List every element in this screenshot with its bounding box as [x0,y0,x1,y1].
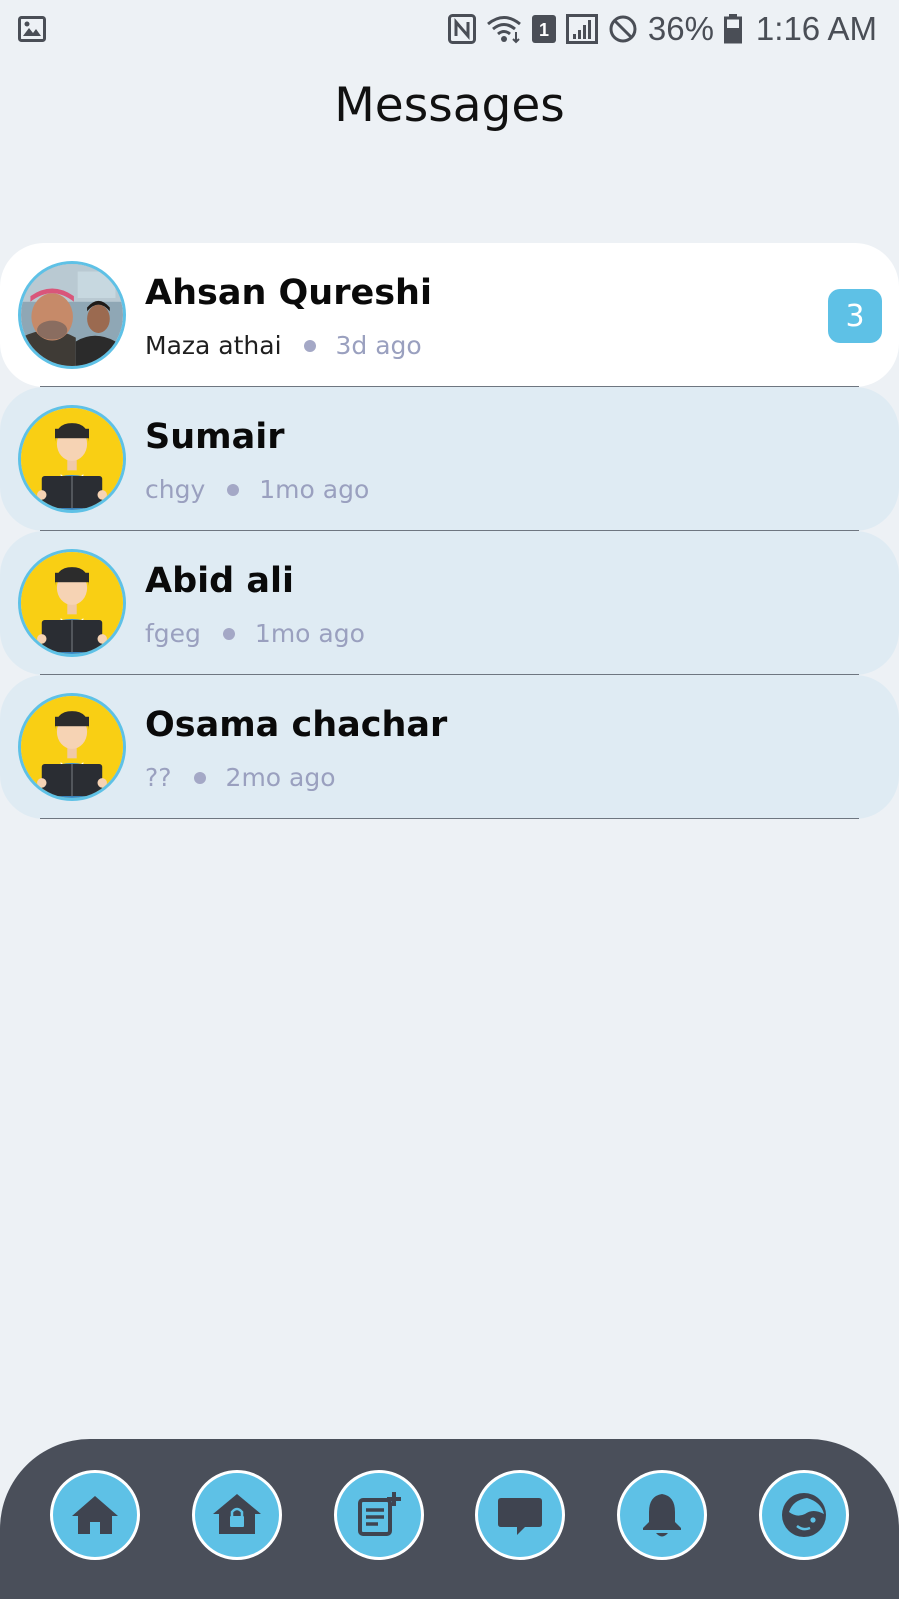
reading-boy-avatar [18,549,126,657]
separator-dot [227,483,240,496]
nav-new-post-button[interactable] [333,1470,424,1560]
nav-home-button[interactable] [50,1470,140,1560]
locked-home-icon [212,1494,261,1534]
clock: 1:16 AM [755,10,877,47]
contact-name: Sumair [145,417,285,457]
contact-name: Abid ali [145,561,294,601]
reading-boy-avatar [18,405,126,513]
message-meta: Maza athai 3d ago [145,331,422,360]
profile-icon [781,1493,826,1537]
message-time: 1mo ago [254,619,365,648]
message-meta: fgeg 1mo ago [145,619,365,648]
message-meta: ?? 2mo ago [145,763,336,792]
unread-badge: 3 [828,289,882,343]
reading-boy-avatar [18,693,126,801]
divider [40,818,859,819]
bell-icon [643,1494,682,1537]
sim-icon: 1 [531,15,556,43]
last-message: ?? [145,763,172,792]
message-time: 1mo ago [259,475,370,504]
last-message: chgy [145,475,206,504]
conversation-item[interactable]: Abid ali fgeg 1mo ago [0,531,899,675]
separator-dot [222,627,235,640]
bottom-nav [0,1439,899,1599]
signal-icon [565,14,598,44]
photo-avatar [18,261,126,369]
last-message: fgeg [145,619,201,648]
battery-icon [723,14,742,44]
separator-dot [303,339,316,352]
new-post-icon [357,1492,401,1536]
status-indicators: 1 36% 1:16 AM [447,10,877,48]
nfc-icon [447,14,476,44]
message-time: 2mo ago [225,763,336,792]
contact-name: Osama chachar [145,705,448,745]
nav-profile-button[interactable] [758,1470,849,1560]
chat-icon [498,1498,543,1535]
do-not-disturb-icon [608,14,638,44]
home-icon [72,1496,118,1534]
last-message: Maza athai [145,331,282,360]
message-meta: chgy 1mo ago [145,475,369,504]
nav-locked-home-button[interactable] [191,1470,282,1560]
contact-name: Ahsan Qureshi [145,273,432,313]
image-icon [18,16,46,42]
status-bar: 1 36% 1:16 AM [0,0,899,58]
battery-percent: 36% [647,10,714,47]
page-title: Messages [334,78,565,133]
conversation-item[interactable]: Sumair chgy 1mo ago [0,387,899,531]
nav-notifications-button[interactable] [617,1470,708,1560]
messages-screen: 1 36% 1:16 AM Messages Ahsan Qureshi Maz… [0,0,899,1599]
separator-dot [193,771,206,784]
wifi-icon [486,14,522,44]
message-time: 3d ago [335,331,422,360]
nav-messages-button[interactable] [475,1470,566,1560]
svg-text:1: 1 [539,20,549,40]
conversation-item[interactable]: Osama chachar ?? 2mo ago [0,675,899,819]
conversation-item[interactable]: Ahsan Qureshi Maza athai 3d ago 3 [0,243,899,387]
conversation-list: Ahsan Qureshi Maza athai 3d ago 3 Sumair… [0,243,899,819]
